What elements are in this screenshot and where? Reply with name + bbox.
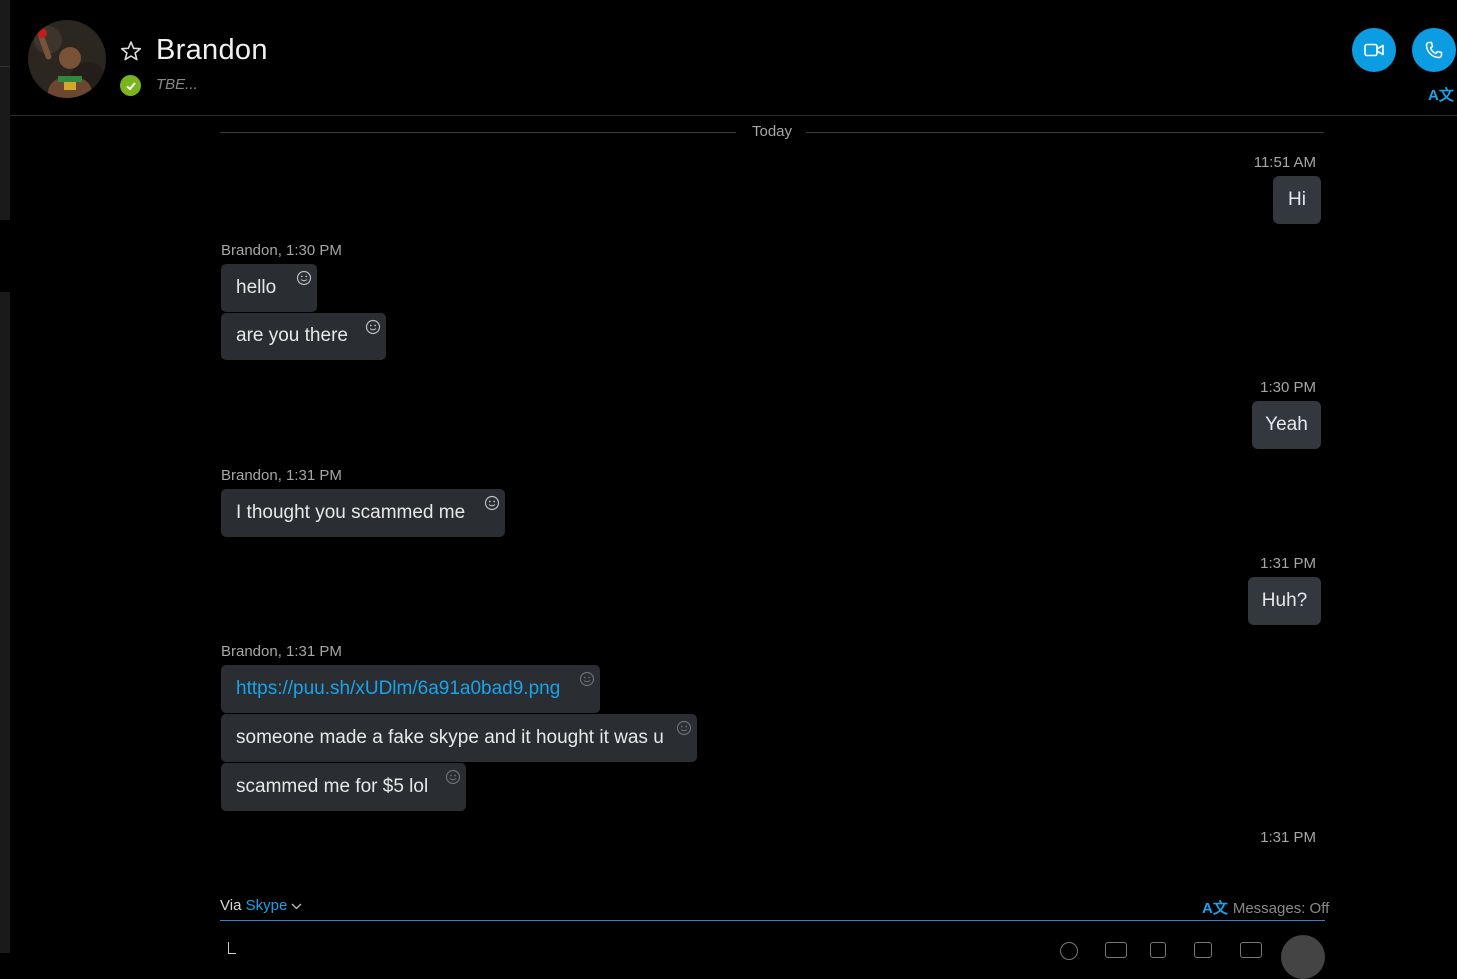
emoji-reaction-icon[interactable] [296, 270, 312, 286]
message-sender-timestamp: Brandon, 1:31 PM [221, 467, 342, 484]
received-message-bubble[interactable]: https://puu.sh/xUDlm/6a91a0bad9.png [221, 665, 600, 713]
send-button[interactable] [1281, 935, 1325, 979]
chevron-down-icon[interactable] [291, 903, 302, 910]
sent-message-bubble[interactable]: Hi [1273, 176, 1321, 224]
chat-header: Brandon TBE... A文 [10, 0, 1457, 116]
checkmark-icon [125, 81, 136, 90]
message-text: someone made a fake skype and it hought … [236, 727, 664, 748]
via-selector[interactable]: Via Skype [220, 897, 302, 914]
avatar[interactable] [28, 20, 106, 98]
video-icon [1364, 43, 1384, 57]
date-divider-left [220, 132, 736, 133]
translator-status-text: Messages: Off [1232, 900, 1330, 917]
message-timestamp: 1:30 PM [1260, 379, 1316, 396]
received-message-bubble[interactable]: someone made a fake skype and it hought … [221, 714, 697, 762]
message-text: hello [236, 277, 277, 298]
message-text: I thought you scammed me [236, 502, 466, 523]
text-cursor-icon [228, 942, 236, 954]
sidebar-edge [0, 0, 10, 220]
message-sender-timestamp: Brandon, 1:30 PM [221, 242, 342, 259]
message-text: Hi [1288, 189, 1306, 210]
message-sender-timestamp: Brandon, 1:31 PM [221, 643, 342, 660]
received-message-bubble[interactable]: scammed me for $5 lol [221, 763, 466, 811]
translator-status[interactable]: A文 Messages: Off [1202, 897, 1329, 918]
message-text: are you there [236, 325, 348, 346]
audio-call-button[interactable] [1412, 28, 1456, 72]
sidebar-edge-lower [0, 292, 10, 953]
media-icon[interactable] [1105, 942, 1127, 958]
emoji-reaction-icon[interactable] [579, 671, 595, 687]
message-text: scammed me for $5 lol [236, 776, 429, 797]
contact-card-icon[interactable] [1194, 942, 1212, 958]
sent-message-bubble[interactable]: Huh? [1248, 577, 1321, 625]
message-text: Yeah [1265, 414, 1308, 435]
sidebar-edge-divider [0, 66, 10, 67]
online-status-icon [120, 75, 141, 96]
date-divider-right [806, 132, 1324, 133]
emoji-reaction-icon[interactable] [676, 720, 692, 736]
translate-icon: A文 [1202, 900, 1228, 917]
via-service[interactable]: Skype [246, 897, 288, 914]
emoji-reaction-icon[interactable] [484, 495, 500, 511]
message-text: Huh? [1261, 590, 1308, 611]
message-timestamp: 11:51 AM [1253, 154, 1316, 171]
message-link[interactable]: https://puu.sh/xUDlm/6a91a0bad9.png [236, 678, 560, 700]
composer-divider [220, 920, 1325, 921]
translate-icon[interactable]: A文 [1428, 84, 1454, 105]
received-message-bubble[interactable]: I thought you scammed me [221, 489, 505, 537]
file-icon[interactable] [1150, 942, 1166, 958]
phone-icon [1425, 41, 1443, 59]
via-label: Via [220, 897, 242, 914]
received-message-bubble[interactable]: are you there [221, 313, 386, 360]
received-message-bubble[interactable]: hello [221, 264, 317, 312]
sent-message-bubble[interactable]: Yeah [1252, 401, 1321, 449]
emoji-reaction-icon[interactable] [365, 319, 381, 335]
contact-name[interactable]: Brandon [156, 34, 268, 67]
emoji-reaction-icon[interactable] [445, 769, 461, 785]
mood-message: TBE... [156, 76, 198, 93]
emoji-picker-icon[interactable] [1060, 942, 1078, 960]
star-icon[interactable] [120, 40, 142, 62]
avatar-image [28, 20, 106, 98]
message-timestamp: 1:31 PM [1260, 555, 1316, 572]
video-call-button[interactable] [1352, 28, 1396, 72]
message-timestamp: 1:31 PM [1260, 829, 1316, 846]
more-options-icon[interactable] [1240, 942, 1262, 958]
date-divider-label: Today [752, 123, 793, 140]
